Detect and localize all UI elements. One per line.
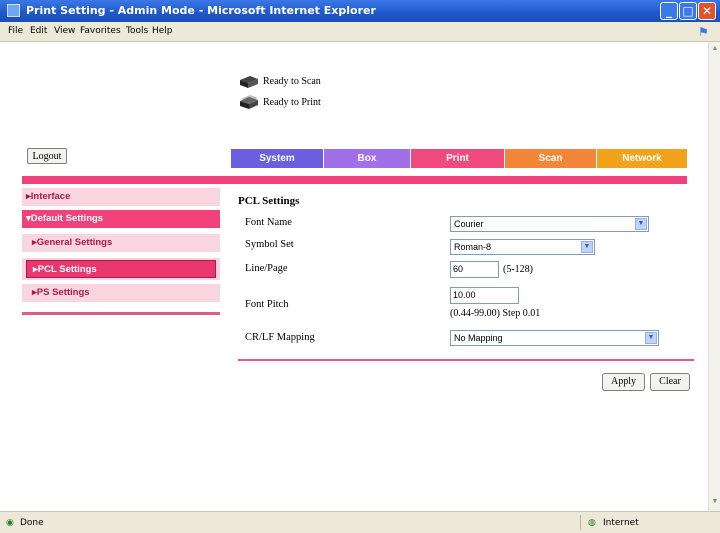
menu-bar: File Edit View Favorites Tools Help ⚑ (0, 22, 720, 42)
font-name-select[interactable]: Courier ▼ (450, 216, 649, 232)
nav-item-general-settings[interactable]: ▸General Settings (22, 234, 220, 252)
nav-item-interface[interactable]: ▸Interface (22, 188, 220, 206)
nav-item-pcl-settings[interactable]: ▸PCL Settings (26, 260, 216, 278)
tab-scan[interactable]: Scan (505, 149, 596, 168)
chevron-down-icon: ▼ (645, 332, 657, 344)
font-pitch-range: (0.44-99.00) Step 0.01 (450, 308, 541, 319)
scan-status: Ready to Scan (263, 76, 321, 87)
menu-edit[interactable]: Edit (30, 26, 47, 36)
status-bar: ◉ Done ◍ Internet (0, 511, 720, 533)
minimize-button[interactable]: _ (660, 2, 678, 20)
title-bar: Print Setting - Admin Mode - Microsoft I… (0, 0, 720, 22)
menu-tools[interactable]: Tools (126, 26, 148, 36)
tab-box[interactable]: Box (324, 149, 410, 168)
windows-flag-icon: ⚑ (698, 25, 709, 39)
nav-divider (22, 312, 220, 315)
scanner-icon (240, 76, 258, 88)
logout-button[interactable]: Logout (27, 148, 67, 164)
line-page-input[interactable]: 60 (450, 261, 499, 278)
clear-button[interactable]: Clear (650, 373, 690, 391)
font-pitch-input[interactable]: 10.00 (450, 287, 519, 304)
tab-system[interactable]: System (231, 149, 323, 168)
vertical-scrollbar[interactable]: ▲ ▼ (708, 42, 720, 511)
page-content: Ready to Scan Ready to Print Logout Syst… (0, 42, 708, 511)
settings-divider (238, 359, 694, 361)
crlf-mapping-value: No Mapping (454, 333, 503, 343)
crlf-mapping-select[interactable]: No Mapping ▼ (450, 330, 659, 346)
left-nav: ▸Interface ▾Default Settings ▸General Se… (22, 188, 220, 316)
browser-window: Print Setting - Admin Mode - Microsoft I… (0, 0, 720, 533)
zone-text: Internet (603, 518, 639, 528)
window-title: Print Setting - Admin Mode - Microsoft I… (26, 4, 376, 17)
nav-item-ps-settings[interactable]: ▸PS Settings (22, 284, 220, 302)
nav-item-pcl-wrapper: ▸PCL Settings (22, 258, 220, 280)
scroll-up-icon[interactable]: ▲ (710, 44, 720, 54)
globe-icon: ◍ (588, 518, 596, 528)
chevron-down-icon: ▼ (635, 218, 647, 230)
status-text: Done (20, 518, 44, 528)
close-button[interactable]: ✕ (698, 2, 716, 20)
font-pitch-label: Font Pitch (245, 299, 289, 310)
status-divider (580, 515, 581, 530)
menu-file[interactable]: File (8, 26, 23, 36)
tab-print[interactable]: Print (411, 149, 504, 168)
tab-network[interactable]: Network (597, 149, 687, 168)
page-title: PCL Settings (238, 195, 300, 207)
crlf-mapping-label: CR/LF Mapping (245, 332, 315, 343)
chevron-down-icon: ▼ (581, 241, 593, 253)
scroll-down-icon[interactable]: ▼ (710, 497, 720, 507)
header-divider (22, 176, 687, 184)
page-done-icon: ◉ (6, 518, 14, 528)
nav-item-default-settings[interactable]: ▾Default Settings (22, 210, 220, 228)
font-name-value: Courier (454, 219, 484, 229)
line-page-range: (5-128) (503, 264, 533, 275)
menu-view[interactable]: View (54, 26, 75, 36)
symbol-set-value: Roman-8 (454, 242, 492, 252)
font-name-label: Font Name (245, 217, 292, 228)
line-page-label: Line/Page (245, 263, 288, 274)
apply-button[interactable]: Apply (602, 373, 645, 391)
menu-favorites[interactable]: Favorites (80, 26, 121, 36)
ie-icon (7, 4, 20, 17)
print-status: Ready to Print (263, 97, 321, 108)
menu-help[interactable]: Help (152, 26, 173, 36)
maximize-button[interactable]: □ (679, 2, 697, 20)
symbol-set-label: Symbol Set (245, 239, 294, 250)
printer-icon (240, 95, 258, 109)
symbol-set-select[interactable]: Roman-8 ▼ (450, 239, 595, 255)
